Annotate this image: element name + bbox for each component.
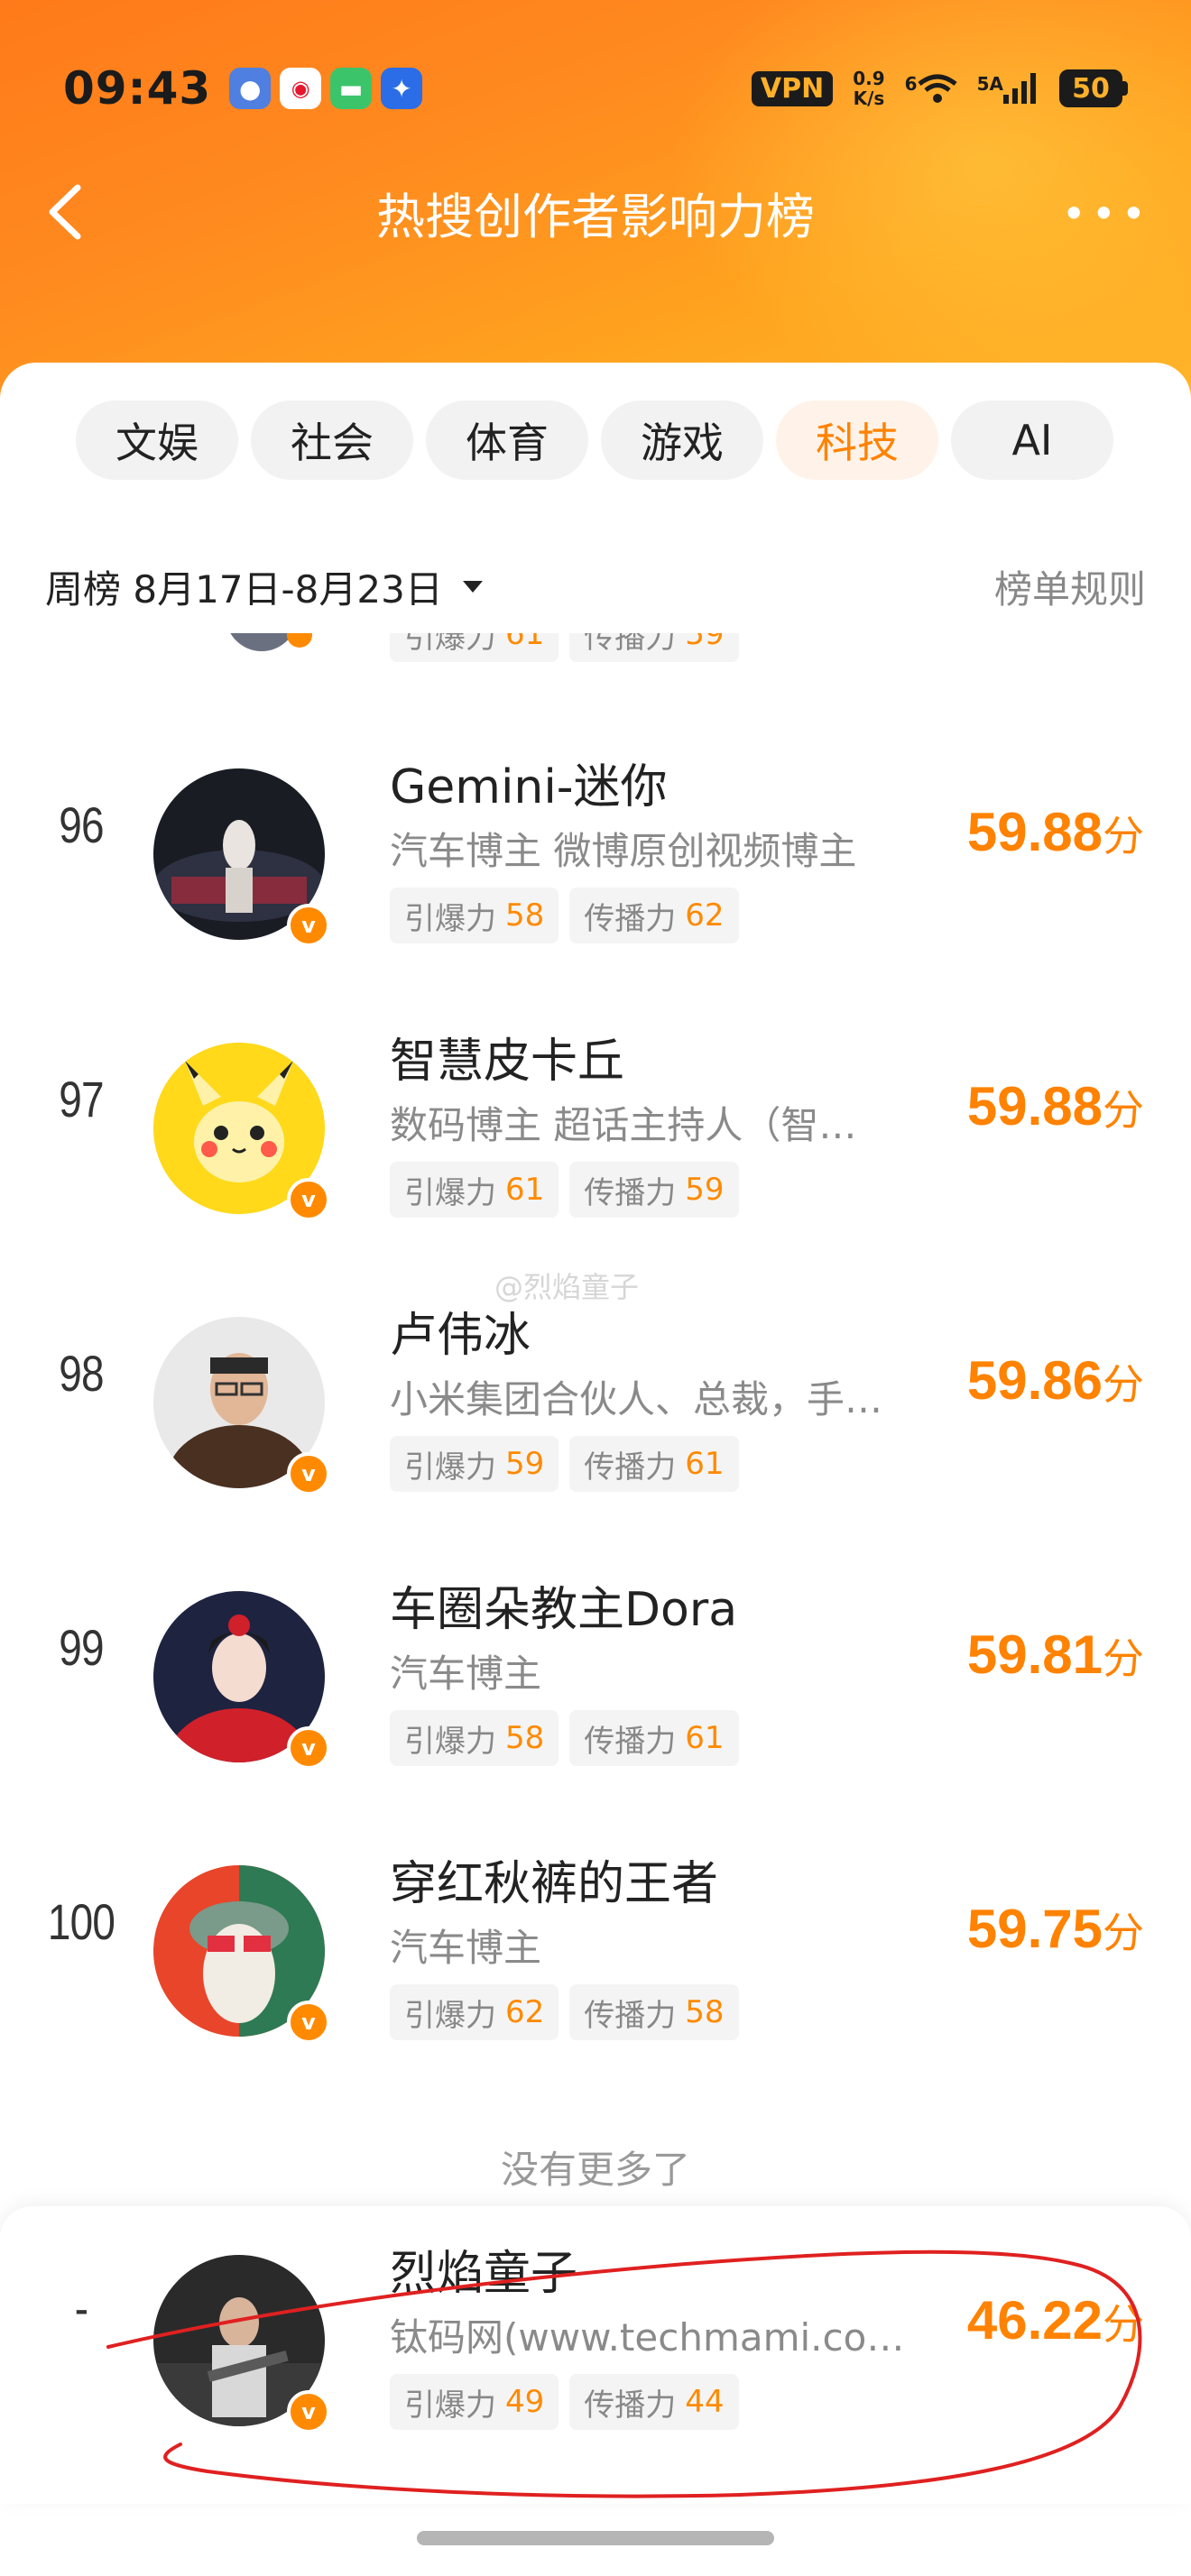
creator-name[interactable]: 穿红秋裤的王者 [390,1845,718,1913]
verified-badge-icon: v [287,1452,330,1495]
rank-number: - [74,2279,88,2336]
influence-score: 59.75分 [966,1899,1144,1959]
rank-number: 98 [59,1345,104,1402]
influence-score: 59.88分 [966,802,1144,862]
influence-score: 59.86分 [966,1350,1144,1411]
category-tabs: 文娱 社会 体育 游戏 科技 AI [76,400,1113,480]
creator-name[interactable]: 卢伟冰 [390,1297,531,1365]
notification-icons: ● ◉ ▬ ✦ [229,68,423,109]
list-item[interactable]: 99 v 车圈朵教主Dora 汽车博主 引爆力 58 传播力 61 59.81分 [0,1546,1191,1817]
my-ranking-card[interactable]: - v 烈焰童子 钛码网(www.techmami.co… 引爆力 49 传播力 4… [0,2206,1191,2504]
verified-badge-icon: v [287,1726,330,1770]
ignite-chip: 引爆力 58 [390,888,559,943]
rank-number: 100 [47,1893,115,1950]
ignite-chip: 引爆力 61 [390,633,559,662]
ignite-chip: 引爆力 61 [390,1162,559,1218]
tab-tech[interactable]: 科技 [776,400,938,480]
cellular-signal-icon: 5A [977,73,1039,104]
verified-badge-icon: v [287,1178,330,1221]
ignite-chip: 引爆力 59 [390,1436,559,1492]
creator-description: 汽车博主 微博原创视频博主 [390,829,857,873]
creator-name[interactable]: 车圈朵教主Dora [390,1571,737,1639]
creator-name[interactable]: 烈焰童子 [390,2235,577,2303]
page-title: 热搜创作者影响力榜 [376,188,815,245]
home-indicator[interactable] [417,2531,774,2545]
ignite-chip: 引爆力 49 [390,2374,559,2430]
chevron-left-icon [49,184,81,240]
vpn-indicator: VPN [751,70,834,106]
spread-chip: 传播力 58 [569,1984,739,2040]
wifi-icon: 6 [905,73,957,104]
tab-sports[interactable]: 体育 [426,400,588,480]
ranking-rules-link[interactable]: 榜单规则 [994,559,1146,614]
lightbulb-app-icon: ✦ [381,68,423,109]
message-app-icon: ▬ [330,68,373,109]
spread-chip: 传播力 61 [569,1436,739,1492]
caret-down-icon [462,581,483,593]
creator-description: 小米集团合伙人、总裁，手… [390,1377,883,1421]
period-label: 周榜 8月17日-8月23日 [45,567,443,612]
list-item[interactable]: 100 v 穿红秋裤的王者 汽车博主 引爆力 62 传播力 58 59.75分 [0,1820,1191,2091]
verified-badge-icon: v [287,2001,330,2044]
tab-entertainment[interactable]: 文娱 [76,400,238,480]
end-of-list-label: 没有更多了 [500,2148,690,2192]
list-item-partial: 引爆力 61 传播力 59 [0,633,1191,691]
spread-chip: 传播力 61 [569,1710,739,1766]
verified-badge-icon: v [287,2390,330,2433]
creator-description: 钛码网(www.techmami.co… [390,2315,905,2360]
nav-bar: 热搜创作者影响力榜 ••• [0,162,1191,262]
rank-number: 97 [59,1071,104,1127]
battery-icon: 50 [1059,69,1128,107]
clock: 09:43 [63,62,212,115]
rank-number: 96 [59,796,104,853]
network-speed: 0.9 K/s [853,68,885,109]
influence-score: 59.88分 [966,1076,1144,1136]
creator-name[interactable]: Gemini-迷你 [390,749,668,816]
creator-description: 数码博主 超话主持人（智… [390,1103,857,1147]
status-bar: 09:43 ● ◉ ▬ ✦ VPN 0.9 K/s 6 5A 50 [63,52,1128,124]
spread-chip: 传播力 59 [569,633,739,662]
list-item[interactable]: 98 v 卢伟冰 小米集团合伙人、总裁，手… 引爆力 59 传播力 61 59.86… [0,1272,1191,1542]
creator-name[interactable]: 智慧皮卡丘 [390,1023,624,1090]
spread-chip: 传播力 44 [569,2374,739,2430]
verified-badge-icon: v [287,904,330,947]
weibo-app-icon: ◉ [280,68,322,109]
tab-ai[interactable]: AI [951,400,1113,480]
back-button[interactable] [36,180,99,244]
watermark: @烈焰童子 [494,1270,640,1304]
influence-score: 46.22分 [966,2290,1144,2351]
creator-description: 汽车博主 [390,1651,542,1696]
more-options-button[interactable]: ••• [1062,189,1151,238]
list-item[interactable]: 97 v 智慧皮卡丘 数码博主 超话主持人（智… 引爆力 61 传播力 59 59.… [0,998,1191,1268]
ignite-chip: 引爆力 58 [390,1710,559,1766]
influence-score: 59.81分 [966,1624,1144,1685]
period-selector[interactable]: 周榜 8月17日-8月23日 [45,559,483,614]
spread-chip: 传播力 62 [569,888,739,943]
browser-app-icon: ● [229,68,272,109]
ignite-chip: 引爆力 62 [390,1984,559,2040]
rank-number: 99 [59,1619,104,1676]
spread-chip: 传播力 59 [569,1162,739,1218]
creator-description: 汽车博主 [390,1926,542,1970]
tab-games[interactable]: 游戏 [601,400,763,480]
list-item[interactable]: 96 v Gemini-迷你 汽车博主 微博原创视频博主 引爆力 58 传播力 62… [0,723,1191,994]
tab-society[interactable]: 社会 [251,400,413,480]
my-ranking-row[interactable]: - v 烈焰童子 钛码网(www.techmami.co… 引爆力 49 传播力 4… [0,2206,1191,2477]
